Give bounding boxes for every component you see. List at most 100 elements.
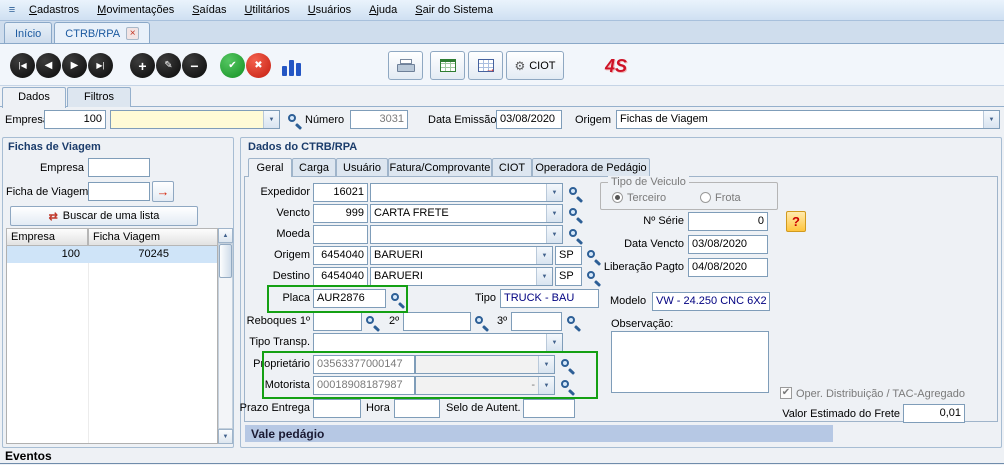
reboque2-input[interactable] — [403, 312, 471, 331]
tipo-veiculo-input[interactable]: TRUCK - BAU — [500, 289, 599, 308]
motorista-combo[interactable]: - ▼ — [415, 376, 555, 395]
oper-distribuicao-checkbox[interactable]: ✔ — [780, 387, 792, 399]
scrollbar-up-button[interactable]: ▲ — [218, 228, 233, 243]
motorista-doc-input[interactable]: 00018908187987 — [313, 376, 415, 395]
reboque1-input[interactable] — [313, 312, 362, 331]
chevron-down-icon[interactable]: ▼ — [546, 334, 562, 351]
column-header-ficha-viagem[interactable]: Ficha Viagem — [88, 228, 218, 246]
search-icon[interactable] — [473, 314, 489, 330]
data-emissao-input[interactable]: 03/08/2020 — [496, 110, 562, 129]
liberacao-pagto-input[interactable]: 04/08/2020 — [688, 258, 768, 277]
app-menu-icon[interactable]: ≡ — [4, 4, 20, 16]
column-header-empresa[interactable]: Empresa — [6, 228, 88, 246]
destino-code-input[interactable]: 6454040 — [313, 267, 368, 286]
menu-saidas[interactable]: Saídas — [183, 1, 235, 19]
tab-carga[interactable]: Carga — [292, 158, 336, 176]
chevron-down-icon[interactable]: ▼ — [536, 268, 552, 285]
confirm-button[interactable]: ✔ — [220, 53, 245, 78]
chevron-down-icon[interactable]: ▼ — [536, 247, 552, 264]
search-icon[interactable] — [567, 206, 583, 222]
nav-prev-button[interactable]: ◀ — [36, 53, 61, 78]
selo-autent-input[interactable] — [523, 399, 575, 418]
chevron-down-icon[interactable]: ▼ — [546, 205, 562, 222]
search-icon[interactable] — [364, 314, 380, 330]
ciot-button[interactable]: ⚙ CIOT — [506, 51, 564, 80]
add-record-button[interactable]: + — [130, 53, 155, 78]
nav-next-button[interactable]: ▶ — [62, 53, 87, 78]
fichas-empresa-input[interactable] — [88, 158, 150, 177]
tab-ctrb-rpa[interactable]: CTRB/RPA × — [54, 22, 150, 43]
chart-button[interactable] — [280, 54, 304, 78]
modelo-input[interactable]: VW - 24.250 CNC 6X2 — [652, 292, 770, 311]
chevron-down-icon[interactable]: ▼ — [546, 226, 562, 243]
chevron-down-icon[interactable]: ▼ — [538, 377, 554, 394]
menu-cadastros[interactable]: Cadastros — [20, 1, 88, 19]
scrollbar-thumb[interactable] — [219, 244, 232, 278]
print-button[interactable] — [388, 51, 423, 80]
destino-combo[interactable]: BARUERI ▼ — [370, 267, 553, 286]
scrollbar-down-button[interactable]: ▼ — [218, 429, 233, 444]
origem-combo[interactable]: Fichas de Viagem ▼ — [616, 110, 1000, 129]
help-button[interactable]: ? — [786, 211, 806, 232]
expedidor-combo[interactable]: ▼ — [370, 183, 563, 202]
menu-usuarios[interactable]: Usuários — [299, 1, 360, 19]
prazo-entrega-input[interactable] — [313, 399, 361, 418]
vencto-code-input[interactable]: 999 — [313, 204, 368, 223]
menu-movimentacoes[interactable]: Movimentações — [88, 1, 183, 19]
search-icon[interactable] — [565, 314, 581, 330]
placa-input[interactable]: AUR2876 — [313, 289, 386, 308]
chevron-down-icon[interactable]: ▼ — [263, 111, 279, 128]
search-icon[interactable] — [559, 378, 575, 394]
nav-last-button[interactable]: ▶| — [88, 53, 113, 78]
valor-frete-input[interactable]: 0,01 — [903, 404, 965, 423]
spreadsheet-button[interactable] — [430, 51, 465, 80]
moeda-combo[interactable]: ▼ — [370, 225, 563, 244]
proprietario-doc-input[interactable]: 03563377000147 — [313, 355, 415, 374]
tab-usuario[interactable]: Usuário — [336, 158, 388, 176]
tab-inicio[interactable]: Início — [4, 22, 52, 43]
fichas-ficha-input[interactable] — [88, 182, 150, 201]
edit-record-button[interactable]: ✎ — [156, 53, 181, 78]
menu-ajuda[interactable]: Ajuda — [360, 1, 406, 19]
menu-utilitarios[interactable]: Utilitários — [235, 1, 298, 19]
expedidor-code-input[interactable]: 16021 — [313, 183, 368, 202]
tab-operadora-pedagio[interactable]: Operadora de Pedágio — [532, 158, 650, 176]
radio-terceiro[interactable] — [612, 192, 623, 203]
numero-input[interactable]: 3031 — [350, 110, 408, 129]
data-vencto-input[interactable]: 03/08/2020 — [688, 235, 768, 254]
chevron-down-icon[interactable]: ▼ — [538, 356, 554, 373]
hora-input[interactable] — [394, 399, 440, 418]
observacao-textarea[interactable] — [611, 331, 769, 393]
nav-first-button[interactable]: |◀ — [10, 53, 35, 78]
reboque3-input[interactable] — [511, 312, 562, 331]
search-icon[interactable] — [567, 227, 583, 243]
tab-dados[interactable]: Dados — [2, 87, 66, 108]
delete-record-button[interactable]: − — [182, 53, 207, 78]
transfer-button[interactable]: → — [468, 51, 503, 80]
tab-ciot[interactable]: CIOT — [492, 158, 532, 176]
search-icon[interactable] — [286, 112, 302, 128]
radio-frota[interactable] — [700, 192, 711, 203]
destino-uf-input[interactable]: SP — [555, 267, 582, 286]
vencto-combo[interactable]: CARTA FRETE ▼ — [370, 204, 563, 223]
chevron-down-icon[interactable]: ▼ — [983, 111, 999, 128]
chevron-down-icon[interactable]: ▼ — [546, 184, 562, 201]
menu-sair[interactable]: Sair do Sistema — [406, 1, 502, 19]
moeda-code-input[interactable] — [313, 225, 368, 244]
tab-filtros[interactable]: Filtros — [67, 87, 131, 107]
tab-fatura-comprovante[interactable]: Fatura/Comprovante — [388, 158, 492, 176]
cancel-button[interactable]: ✖ — [246, 53, 271, 78]
num-serie-input[interactable]: 0 — [688, 212, 768, 231]
empresa-name-combo[interactable]: ▼ — [110, 110, 280, 129]
close-icon[interactable]: × — [126, 27, 139, 40]
buscar-lista-button[interactable]: ⇄ Buscar de uma lista — [10, 206, 198, 226]
search-icon[interactable] — [559, 357, 575, 373]
tipo-transp-combo[interactable]: ▼ — [313, 333, 563, 352]
open-ficha-button[interactable]: → — [152, 181, 174, 202]
proprietario-combo[interactable]: ▼ — [415, 355, 555, 374]
ctrb-origem-code-input[interactable]: 6454040 — [313, 246, 368, 265]
ctrb-origem-uf-input[interactable]: SP — [555, 246, 582, 265]
search-icon[interactable] — [567, 185, 583, 201]
empresa-code-input[interactable]: 100 — [44, 110, 106, 129]
table-row[interactable]: 100 70245 — [7, 246, 217, 263]
